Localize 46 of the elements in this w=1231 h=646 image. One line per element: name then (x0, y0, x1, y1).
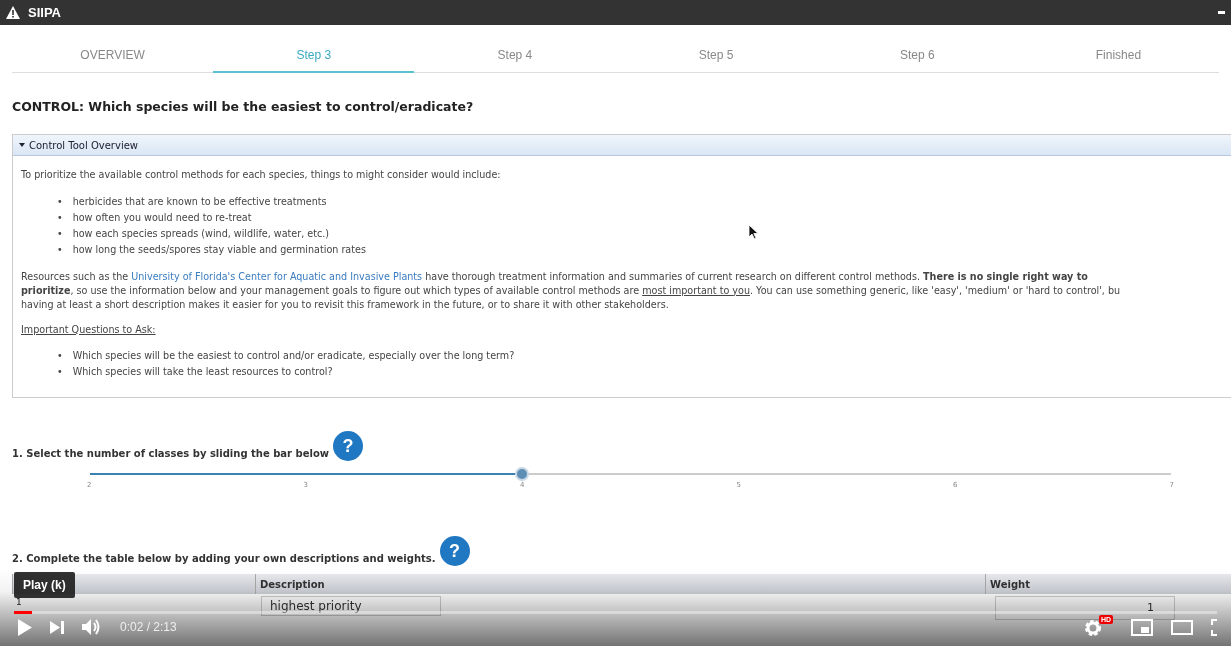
help-icon[interactable]: ? (439, 536, 470, 566)
bullet-marker: • (57, 194, 63, 209)
next-icon[interactable] (50, 620, 64, 634)
panel-title: Control Tool Overview (29, 139, 138, 151)
bullet-marker: • (57, 210, 63, 225)
settings-icon (1083, 618, 1103, 638)
consideration-item: how often you would need to re-treat (72, 210, 252, 225)
help-icon[interactable]: ? (333, 431, 363, 461)
step-tab[interactable]: Step 4 (414, 38, 616, 73)
bullet-marker: • (57, 242, 63, 257)
step-tab[interactable]: OVERVIEW (12, 38, 214, 73)
resource-link[interactable]: University of Florida's Center for Aquatic and Invasive Plants (131, 270, 423, 282)
caret-icon (19, 143, 25, 147)
step-label: 2. Complete the table below by adding your own descriptions and weights. (12, 553, 436, 566)
mouse-cursor-icon (749, 225, 759, 240)
step-label: 1. Select the number of classes by sliding the bar below (12, 448, 329, 461)
row-number: 1 (15, 596, 23, 607)
column-header: Description (255, 574, 985, 594)
step-tab[interactable]: Step 5 (615, 38, 817, 73)
time-display: 0:02 / 2:13 (120, 620, 177, 634)
panel-header[interactable]: Control Tool Overview (13, 135, 1231, 156)
warning-icon (6, 6, 20, 19)
step-tab[interactable]: Step 3 (213, 38, 415, 73)
bullet-marker: • (57, 349, 63, 363)
question-item: Which species will take the least resources to control? (72, 365, 333, 379)
step-tab[interactable]: Finished (1017, 38, 1220, 73)
bullet-marker: • (57, 365, 63, 379)
page-heading: CONTROL: Which species will be the easiest to control/eradicate? (12, 99, 475, 114)
intro-text: To prioritize the available control methods for each species, things to might consider would include: (21, 169, 502, 182)
play-icon[interactable] (18, 618, 32, 636)
miniplayer-icon[interactable] (1131, 618, 1153, 636)
play-tooltip: Play (k) (14, 572, 75, 598)
consideration-item: herbicides that are known to be effective treatments (72, 194, 327, 209)
questions-title: Important Questions to Ask: (21, 323, 156, 336)
volume-icon[interactable] (82, 618, 102, 636)
step-tab[interactable]: Step 6 (816, 38, 1018, 73)
slider-thumb[interactable] (515, 467, 530, 481)
resources-paragraph: Resources such as the University of Florida's Center for Aquatic and Invasive Plants have thorough treatment information and summaries of current research on different control methods. There is no single right way to prioritize, so use the information below and your management goals to figure out which types of available control methods are most important to you. You can use something generic, like 'easy', 'medium' or 'hard to control', bu having at least a short description makes it easier for you to revisit this framework in the future, or to share it with other stakeholders. (21, 269, 1122, 312)
question-item: Which species will be the easiest to control and/or eradicate, especially over the long term? (72, 349, 515, 363)
consideration-item: how each species spreads (wind, wildlife, water, etc.) (72, 226, 329, 241)
bullet-marker: • (57, 226, 63, 241)
consideration-item: how long the seeds/spores stay viable and germination rates (72, 242, 366, 257)
theater-mode-icon[interactable] (1171, 619, 1193, 635)
window-title: SIIPA (28, 5, 61, 20)
description-field[interactable]: highest priority (261, 596, 441, 616)
column-header: Weight (985, 574, 1231, 594)
